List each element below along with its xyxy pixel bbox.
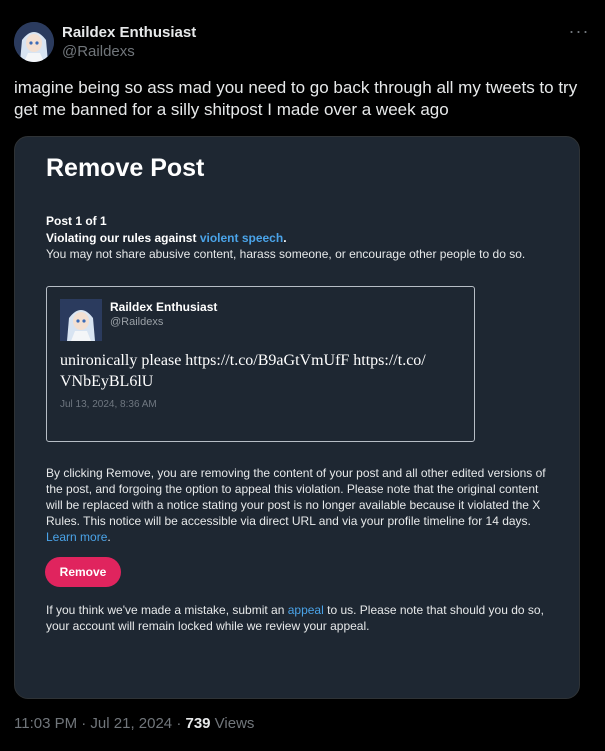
author-name[interactable]: Raildex Enthusiast	[62, 24, 196, 41]
quoted-date: Jul 13, 2024, 8:36 AM	[60, 399, 157, 410]
appeal-notice: If you think we've made a mistake, submi…	[46, 602, 556, 634]
quoted-post: Raildex Enthusiast @Raildexs unironicall…	[46, 286, 475, 442]
views-label: Views	[210, 715, 255, 732]
removal-explanation: By clicking Remove, you are removing the…	[46, 465, 556, 545]
post-count: Post 1 of 1	[46, 214, 107, 228]
learn-more-link[interactable]: Learn more	[46, 530, 107, 544]
violation-prefix: Violating our rules against	[46, 231, 200, 245]
explanation-text: By clicking Remove, you are removing the…	[46, 466, 546, 528]
avatar[interactable]	[14, 22, 54, 62]
more-options-icon[interactable]: ···	[567, 22, 591, 46]
remove-button[interactable]: Remove	[45, 557, 121, 587]
violent-speech-link[interactable]: violent speech	[200, 231, 283, 245]
author-handle[interactable]: @Raildexs	[62, 43, 135, 60]
views-count: 739	[185, 715, 211, 732]
quoted-avatar	[60, 299, 102, 341]
quoted-text-line2: VNbEyBL6lU	[60, 373, 154, 390]
card-title: Remove Post	[46, 154, 205, 182]
rule-description: You may not share abusive content, haras…	[46, 247, 526, 261]
tweet-header: Raildex Enthusiast @Raildexs ···	[14, 20, 591, 64]
quoted-text-line1: unironically please https://t.co/B9aGtVm…	[60, 352, 426, 369]
violation-suffix: .	[283, 231, 287, 245]
explanation-end: .	[107, 530, 111, 544]
quoted-author-name: Raildex Enthusiast	[110, 300, 218, 314]
timestamp[interactable]: 11:03 PM · Jul 21, 2024 ·	[14, 715, 185, 732]
tweet-footer: 11:03 PM · Jul 21, 2024 · 739 Views	[14, 715, 254, 732]
remove-post-card: Remove Post Post 1 of 1 Violating our ru…	[14, 136, 580, 699]
quoted-author-handle: @Raildexs	[110, 316, 164, 328]
tweet-text: imagine being so ass mad you need to go …	[14, 78, 578, 119]
quoted-text: unironically please https://t.co/B9aGtVm…	[60, 350, 460, 392]
appeal-link[interactable]: appeal	[288, 603, 324, 617]
violation-notice: Violating our rules against violent spee…	[46, 231, 287, 245]
appeal-prefix: If you think we've made a mistake, submi…	[46, 603, 288, 617]
